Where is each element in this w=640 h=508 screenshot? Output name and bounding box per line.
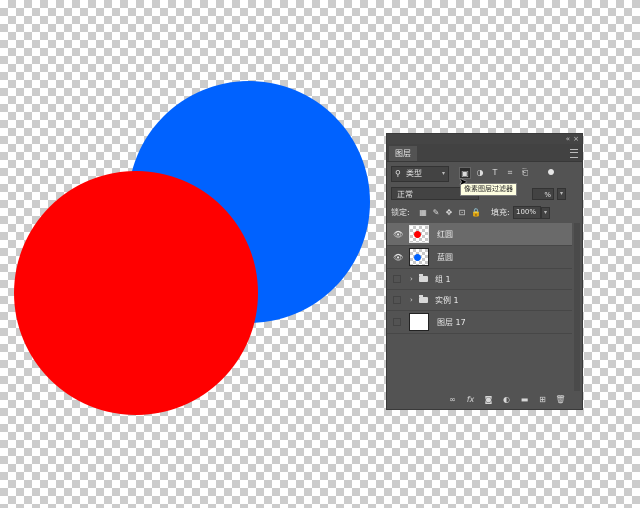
layer-name[interactable]: 组 1 xyxy=(435,269,451,289)
type-layer-filter-icon[interactable]: T xyxy=(489,167,501,179)
layer-thumbnail xyxy=(409,248,429,266)
layers-scrollbar[interactable] xyxy=(574,223,580,391)
new-group-icon[interactable]: ▬ xyxy=(519,394,530,406)
collapse-panel-button[interactable]: « xyxy=(566,134,570,144)
eye-icon[interactable]: 👁 xyxy=(393,246,403,268)
layer-thumbnail-dot xyxy=(414,254,421,261)
layer-row[interactable]: 图层 17 xyxy=(387,311,572,334)
lock-position-icon[interactable]: ✥ xyxy=(444,207,454,219)
fill-input[interactable]: 100% xyxy=(513,206,541,219)
smart-object-filter-icon[interactable]: ⎗ xyxy=(519,167,531,179)
layer-row[interactable]: › 实例 1 xyxy=(387,290,572,311)
layer-row[interactable]: › 组 1 xyxy=(387,269,572,290)
mouse-cursor-icon: ➤ xyxy=(459,177,468,188)
filter-tooltip: 像素图层过滤器 xyxy=(460,183,517,196)
layer-thumbnail-dot xyxy=(414,231,421,238)
tab-layers[interactable]: 图层 xyxy=(389,146,417,161)
filter-toggle-icon[interactable] xyxy=(548,169,554,175)
fill-label: 填充: xyxy=(491,208,510,217)
chevron-right-icon[interactable]: › xyxy=(410,269,413,289)
layers-list: 👁 红圆 👁 蓝圆 › 组 1 › 实例 1 图层 17 xyxy=(387,223,572,334)
chevron-down-icon: ▾ xyxy=(441,170,445,177)
folder-icon xyxy=(419,295,428,303)
layer-name[interactable]: 图层 17 xyxy=(437,311,466,333)
layers-bottom-toolbar: ∞ fx ◙ ◐ ▬ ⊞ 🗑 xyxy=(387,391,582,409)
red-circle xyxy=(14,171,258,415)
layer-thumbnail xyxy=(409,313,429,331)
filter-kind-select[interactable]: ⚲ 类型 ▾ xyxy=(391,166,449,182)
adjustment-layer-filter-icon[interactable]: ◑ xyxy=(474,167,486,179)
layer-thumbnail xyxy=(409,225,429,243)
lock-row: 锁定: ▦ ✎ ✥ ⊡ 🔒 填充: 100% ▾ xyxy=(391,206,578,220)
chevron-right-icon[interactable]: › xyxy=(410,290,413,310)
lock-image-icon[interactable]: ✎ xyxy=(431,207,441,219)
lock-artboard-icon[interactable]: ⊡ xyxy=(457,207,467,219)
opacity-dropdown-icon[interactable]: ▾ xyxy=(557,188,566,200)
add-layer-style-icon[interactable]: fx xyxy=(465,394,476,406)
search-icon: ⚲ xyxy=(395,169,401,178)
filter-row: ⚲ 类型 ▾ ▣ ◑ T ⌗ ⎗ xyxy=(391,166,578,182)
lock-transparent-icon[interactable]: ▦ xyxy=(418,207,428,219)
add-mask-icon[interactable]: ◙ xyxy=(483,394,494,406)
panel-menu-icon[interactable] xyxy=(570,149,578,158)
lock-all-icon[interactable]: 🔒 xyxy=(471,207,481,219)
shape-layer-filter-icon[interactable]: ⌗ xyxy=(504,167,516,179)
visibility-toggle[interactable] xyxy=(393,296,401,304)
layer-row[interactable]: 👁 红圆 xyxy=(387,223,572,246)
visibility-toggle[interactable] xyxy=(393,275,401,283)
close-panel-button[interactable]: × xyxy=(573,134,579,144)
new-layer-icon[interactable]: ⊞ xyxy=(537,394,548,406)
opacity-input[interactable]: % xyxy=(532,188,554,200)
layer-row[interactable]: 👁 蓝圆 xyxy=(387,246,572,269)
lock-label: 锁定: xyxy=(391,208,410,217)
layer-name[interactable]: 蓝圆 xyxy=(437,246,453,268)
visibility-toggle[interactable] xyxy=(393,318,401,326)
layers-panel: « × 图层 ⚲ 类型 ▾ ▣ ◑ T ⌗ ⎗ 像素图层过滤器 ➤ 正常 % ▾… xyxy=(386,133,583,410)
layer-name[interactable]: 实例 1 xyxy=(435,290,459,310)
new-adjustment-layer-icon[interactable]: ◐ xyxy=(501,394,512,406)
panel-tabbar: 图层 xyxy=(387,144,582,162)
folder-icon xyxy=(419,274,428,282)
fill-dropdown-icon[interactable]: ▾ xyxy=(541,207,550,219)
filter-kind-label: 类型 xyxy=(406,169,422,178)
delete-layer-icon[interactable]: 🗑 xyxy=(555,394,566,406)
layer-name[interactable]: 红圆 xyxy=(437,223,453,245)
panel-topbar: « × xyxy=(387,134,582,144)
link-layers-icon[interactable]: ∞ xyxy=(447,394,458,406)
eye-icon[interactable]: 👁 xyxy=(393,223,403,245)
